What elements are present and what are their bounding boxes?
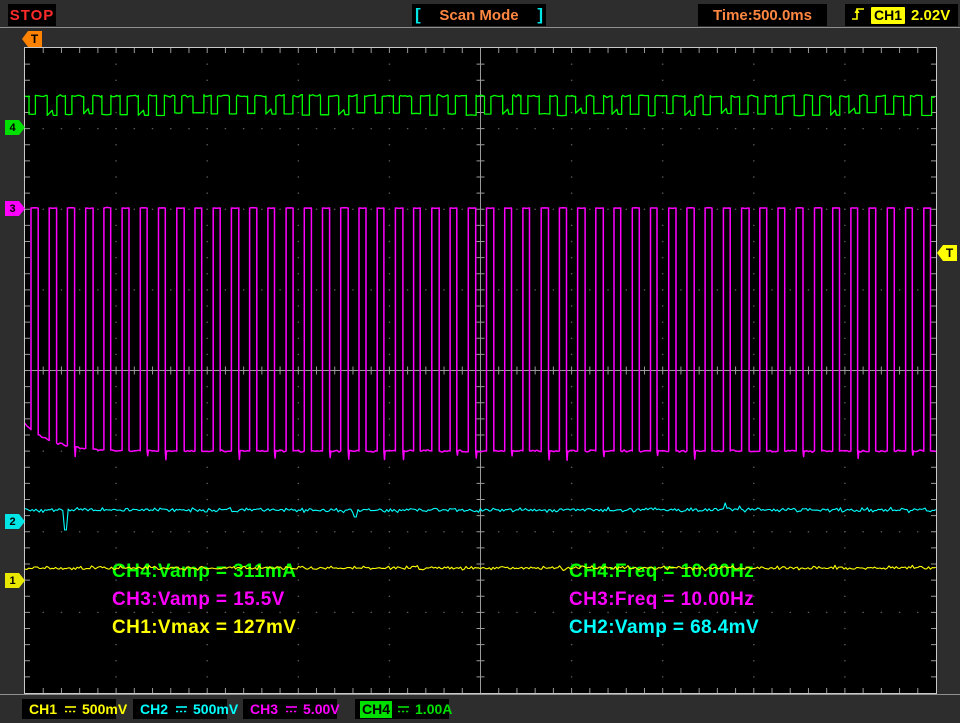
channel-scale: 5.00V bbox=[303, 701, 340, 717]
channel-name: CH2 bbox=[138, 701, 170, 718]
acquisition-mode-box: [ Scan Mode ] bbox=[412, 4, 546, 26]
timebase-readout[interactable]: Time:500.0ms bbox=[698, 4, 827, 26]
channel-marker-ch2[interactable]: 2 bbox=[5, 514, 25, 529]
channel-status-ch1[interactable]: CH1 500mV bbox=[22, 699, 116, 719]
channel-scale: 1.00A bbox=[415, 701, 452, 717]
dc-coupling-icon bbox=[64, 701, 77, 717]
dc-coupling-icon bbox=[175, 701, 188, 717]
waveform-display: CH4:Vamp = 311mA CH3:Vamp = 15.5V CH1:Vm… bbox=[24, 47, 937, 694]
channel-name: CH4 bbox=[360, 701, 392, 718]
run-state-badge: STOP bbox=[8, 4, 56, 26]
channel-status-ch3[interactable]: CH3 5.00V bbox=[243, 699, 337, 719]
channel-marker-ch1[interactable]: 1 bbox=[5, 573, 25, 588]
channel-name: CH1 bbox=[27, 701, 59, 718]
dc-coupling-icon bbox=[285, 701, 298, 717]
channel-marker-ch4[interactable]: 4 bbox=[5, 120, 25, 135]
left-bracket-icon: [ bbox=[415, 4, 421, 26]
waveform-canvas bbox=[25, 48, 936, 693]
trigger-level-value: 2.02V bbox=[911, 7, 950, 24]
rising-edge-trigger-icon bbox=[851, 5, 865, 26]
top-separator bbox=[0, 27, 960, 28]
oscilloscope-screen: { "top_bar": { "run_state": "STOP", "mod… bbox=[0, 0, 960, 723]
dc-coupling-icon bbox=[397, 701, 410, 717]
channel-name: CH3 bbox=[248, 701, 280, 718]
acquisition-mode-label: Scan Mode bbox=[439, 7, 518, 24]
channel-status-ch4[interactable]: CH4 1.00A bbox=[355, 699, 449, 719]
right-bracket-icon: ] bbox=[537, 4, 543, 26]
trigger-source-badge: CH1 bbox=[871, 7, 905, 24]
channel-status-ch2[interactable]: CH2 500mV bbox=[133, 699, 227, 719]
trigger-status-box[interactable]: CH1 2.02V bbox=[845, 4, 958, 26]
channel-scale: 500mV bbox=[82, 701, 127, 717]
trigger-level-marker[interactable]: T bbox=[937, 245, 957, 261]
channel-scale: 500mV bbox=[193, 701, 238, 717]
bottom-separator bbox=[0, 694, 960, 695]
trigger-position-marker[interactable]: T bbox=[22, 31, 42, 47]
channel-marker-ch3[interactable]: 3 bbox=[5, 201, 25, 216]
